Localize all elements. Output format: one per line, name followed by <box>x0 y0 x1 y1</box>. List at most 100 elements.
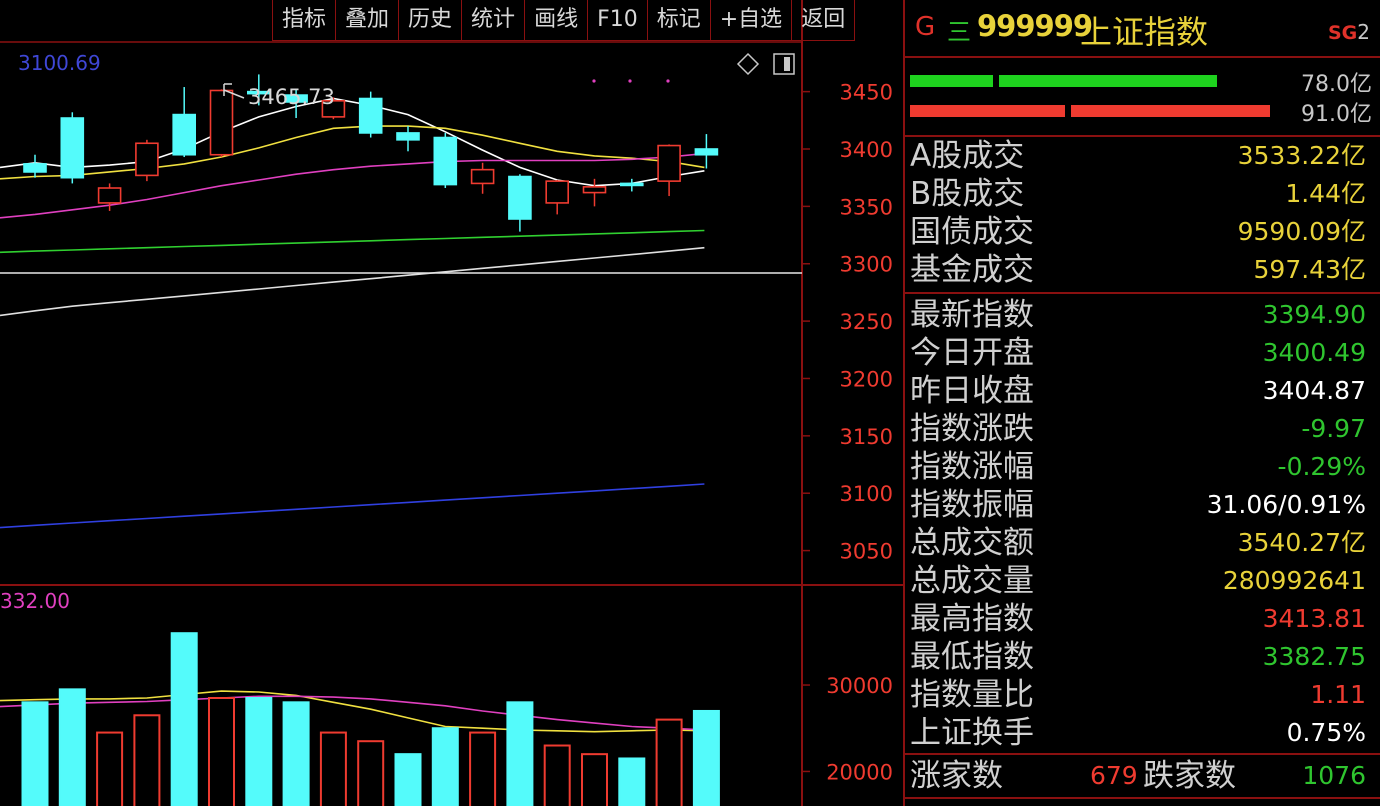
f10-button[interactable]: F10 <box>587 0 647 41</box>
stat-label: 总成交额 <box>910 525 1034 561</box>
stat-value: -9.97 <box>1301 414 1366 443</box>
volume-bar[interactable] <box>506 701 534 806</box>
stat-value: 1.11 <box>1310 680 1366 709</box>
candle[interactable] <box>23 154 47 178</box>
stat-label: 最低指数 <box>910 639 1034 675</box>
candle[interactable] <box>508 174 532 232</box>
mark-button[interactable]: 标记 <box>646 0 710 41</box>
price-tick-label: 3150 <box>840 425 893 449</box>
volume-bar[interactable] <box>581 753 608 806</box>
draw-line-button[interactable]: 画线 <box>524 0 588 41</box>
candle[interactable] <box>209 89 234 158</box>
security-code: 999999 <box>977 9 1093 43</box>
header-separator <box>905 56 1380 58</box>
chart-toolbar: 指标 叠加 历史 统计 画线 F10 标记 +自选 返回 <box>272 0 856 42</box>
stat-row: 最高指数 3413.81 <box>905 600 1380 638</box>
candle[interactable] <box>135 139 159 182</box>
overlay-button[interactable]: 叠加 <box>335 0 399 41</box>
candle[interactable] <box>470 162 495 194</box>
add-watchlist-button[interactable]: +自选 <box>709 0 792 41</box>
turnover-value: 9590.09亿 <box>1237 217 1366 246</box>
volume-bar[interactable] <box>655 718 683 806</box>
volume-bar[interactable] <box>96 731 124 806</box>
up-count-label: 涨家数 <box>910 758 1003 794</box>
volume-bar[interactable] <box>319 731 347 806</box>
market-g-label[interactable]: G <box>915 12 935 42</box>
candle[interactable] <box>657 144 681 197</box>
history-button[interactable]: 历史 <box>398 0 462 41</box>
volume-bar[interactable] <box>282 701 310 806</box>
sg-badge[interactable]: SG2 <box>1328 20 1370 44</box>
volume-ma10-line <box>0 695 707 731</box>
volume-bar[interactable] <box>133 714 161 806</box>
stat-value: 280992641 <box>1222 566 1366 595</box>
volume-bar[interactable] <box>357 740 385 806</box>
stat-value: 3394.90 <box>1262 300 1366 329</box>
volume-bar[interactable] <box>394 753 422 806</box>
volume-tick-label: 30000 <box>826 674 893 698</box>
candle[interactable] <box>545 179 570 215</box>
stat-row: 指数振幅 31.06/0.91% <box>905 486 1380 524</box>
turnover-value: 597.43亿 <box>1253 255 1366 284</box>
stat-label: 最高指数 <box>910 601 1034 637</box>
candle[interactable] <box>60 112 85 184</box>
volume-bar[interactable] <box>431 727 459 806</box>
candlesticks[interactable] <box>23 74 719 232</box>
stat-label: 指数量比 <box>910 677 1034 713</box>
price-tick-label: 3300 <box>840 253 893 277</box>
turnover-row: 基金成交 597.43亿 <box>905 251 1380 289</box>
volume-tick-label: 20000 <box>826 760 893 784</box>
candle-body <box>97 187 122 204</box>
stat-row: 上证换手 0.75% <box>905 714 1380 752</box>
volume-bar[interactable] <box>543 744 571 806</box>
diamond-icon[interactable] <box>736 52 760 76</box>
volume-bar[interactable] <box>21 701 49 806</box>
price-tick-label: 3200 <box>840 367 893 391</box>
candle-body <box>433 136 458 186</box>
volume-bar[interactable] <box>692 709 720 806</box>
volume-bar[interactable] <box>245 697 273 806</box>
statistics-button[interactable]: 统计 <box>461 0 525 41</box>
candle[interactable] <box>694 134 719 169</box>
volume-ma-lines <box>0 690 707 733</box>
candle[interactable] <box>396 126 420 152</box>
volume-bar[interactable] <box>170 632 198 806</box>
volume-axis: 30000 20000 <box>802 674 893 784</box>
candle[interactable] <box>433 132 458 189</box>
candle[interactable] <box>582 178 607 207</box>
security-name: 上证指数 <box>1080 13 1209 51</box>
turnover-separator <box>905 292 1380 294</box>
ma10-line <box>0 125 705 180</box>
turnover-row: B股成交 1.44亿 <box>905 175 1380 213</box>
chart-grid <box>0 0 903 806</box>
menu-icon[interactable]: 三 <box>947 12 971 47</box>
volume-bar[interactable] <box>58 688 86 806</box>
candle[interactable] <box>358 91 383 138</box>
sg-label: SG <box>1327 22 1358 44</box>
candle-body <box>23 163 47 173</box>
candle-body <box>470 168 495 185</box>
stat-label: 今日开盘 <box>910 335 1034 371</box>
turnover-label: A股成交 <box>910 138 1025 174</box>
candle-body <box>135 142 159 177</box>
candle[interactable] <box>172 87 196 158</box>
volume-bar[interactable] <box>618 757 646 806</box>
indicator-button[interactable]: 指标 <box>272 0 336 41</box>
price-axis: 3450 3400 3350 3300 3250 3200 3150 3100 3050 <box>802 81 893 564</box>
volume-bar[interactable] <box>208 697 235 806</box>
ma250-line <box>0 483 705 529</box>
ma120-line <box>0 246 705 317</box>
price-tick-label: 3100 <box>840 482 893 506</box>
volume-bar[interactable] <box>469 731 497 806</box>
back-button[interactable]: 返回 <box>791 0 856 41</box>
kline-chart[interactable]: 3450 3400 3350 3300 3250 3200 3150 3100 3050 300… <box>0 0 903 806</box>
turnover-row: A股成交 3533.22亿 <box>905 137 1380 175</box>
volume-bars[interactable] <box>21 632 720 806</box>
stat-label: 指数涨幅 <box>910 449 1034 485</box>
candle[interactable] <box>619 178 644 192</box>
stat-row: 总成交额 3540.27亿 <box>905 524 1380 562</box>
candle-body <box>619 182 644 187</box>
price-tick-label: 3250 <box>840 310 893 334</box>
stat-row: 昨日收盘 3404.87 <box>905 372 1380 410</box>
ratio-bar-sell-seg2 <box>1070 105 1270 117</box>
